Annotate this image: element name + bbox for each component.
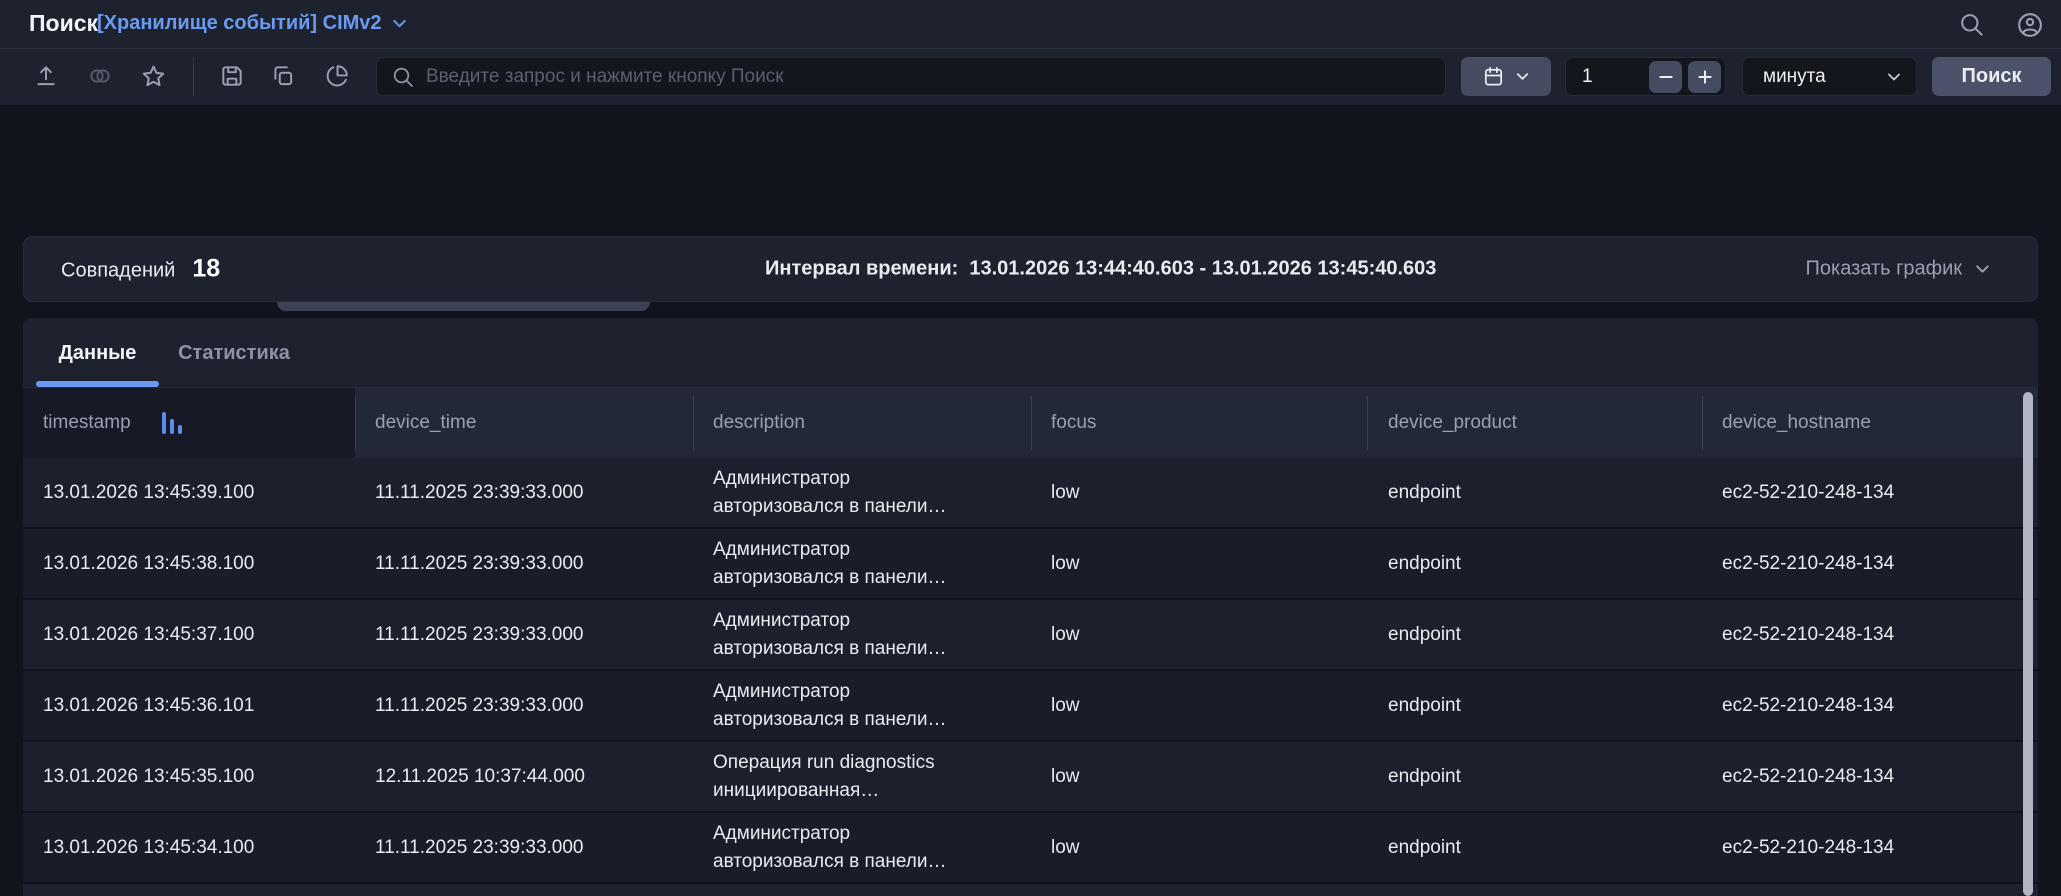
time-interval: Интервал времени: 13.01.2026 13:44:40.60… — [765, 258, 1436, 281]
column-header-focus[interactable]: focus — [1051, 412, 1096, 434]
interval-value[interactable]: 1 — [1582, 66, 1593, 88]
cell-device-hostname: ec2-52-210-248-134 — [1722, 836, 1895, 858]
matches-counter: Совпадений 18 — [61, 255, 220, 284]
cell-focus: low — [1051, 836, 1080, 858]
show-chart-label: Показать график — [1805, 257, 1963, 280]
time-interval-label: Интервал времени: — [765, 257, 959, 280]
cell-focus: low — [1051, 623, 1080, 645]
active-tab-underline — [36, 381, 159, 387]
interval-unit-select[interactable]: минута — [1742, 57, 1917, 96]
calendar-icon — [1482, 65, 1505, 88]
cell-timestamp: 13.01.2026 13:45:37.100 — [43, 623, 255, 645]
search-submit-button[interactable]: Поиск — [1932, 57, 2051, 96]
column-header-description[interactable]: description — [713, 412, 805, 434]
query-search-icon — [391, 65, 415, 89]
cell-description: Администратор авторизовался в панели… — [713, 539, 947, 588]
cell-timestamp: 13.01.2026 13:45:36.101 — [43, 694, 255, 716]
cell-device-product: endpoint — [1388, 481, 1461, 503]
link-circles-icon[interactable] — [87, 63, 113, 89]
user-avatar-icon[interactable] — [2016, 11, 2044, 39]
interval-decrease-button[interactable] — [1649, 61, 1682, 93]
sort-icon[interactable] — [162, 412, 182, 434]
cell-timestamp: 13.01.2026 13:45:34.100 — [43, 836, 255, 858]
calendar-button[interactable] — [1461, 57, 1551, 96]
favorite-star-icon[interactable] — [140, 63, 167, 90]
column-header-timestamp[interactable]: timestamp — [43, 412, 131, 434]
cell-device-hostname: ec2-52-210-248-134 — [1722, 765, 1895, 787]
chevron-down-icon — [1974, 261, 1991, 278]
tab-statistics[interactable]: Статистика — [173, 318, 295, 388]
column-header-device-hostname[interactable]: device_hostname — [1722, 412, 1871, 434]
interval-stepper[interactable]: 1 — [1565, 57, 1726, 96]
cell-device-time: 11.11.2025 23:39:33.000 — [375, 481, 584, 503]
cell-description: Администратор авторизовался в панели… — [713, 610, 947, 659]
table-body: 13.01.2026 13:45:39.100 11.11.2025 23:39… — [23, 458, 2038, 896]
cell-device-time: 11.11.2025 23:39:33.000 — [375, 552, 584, 574]
interval-unit-value: минута — [1763, 65, 1826, 87]
cell-description: Администратор авторизовался в панели… — [713, 468, 947, 517]
cell-description: Администратор авторизовался в панели… — [713, 681, 947, 730]
cell-device-hostname: ec2-52-210-248-134 — [1722, 552, 1895, 574]
table-row[interactable]: 13.01.2026 13:45:37.100 11.11.2025 23:39… — [23, 600, 2038, 671]
cell-device-hostname: ec2-52-210-248-134 — [1722, 623, 1895, 645]
cell-device-product: endpoint — [1388, 694, 1461, 716]
show-chart-toggle[interactable]: Показать график — [1806, 258, 1992, 281]
cell-focus: low — [1051, 481, 1080, 503]
table-row[interactable]: 13.01.2026 13:45:36.101 11.11.2025 23:39… — [23, 671, 2038, 742]
topbar-divider — [0, 48, 2061, 49]
cell-device-time: 12.11.2025 10:37:44.000 — [375, 765, 585, 787]
pie-chart-icon[interactable] — [324, 63, 350, 89]
cell-focus: low — [1051, 694, 1080, 716]
interval-increase-button[interactable] — [1688, 61, 1721, 93]
tab-data[interactable]: Данные — [36, 318, 159, 388]
table-row[interactable]: 13.01.2026 13:45:35.100 12.11.2025 10:37… — [23, 742, 2038, 813]
storage-selector[interactable]: [Хранилище событий] CIMv2 — [97, 12, 408, 35]
cell-device-product: endpoint — [1388, 552, 1461, 574]
column-header-device-time[interactable]: device_time — [375, 412, 476, 434]
cell-focus: low — [1051, 552, 1080, 574]
cell-device-product: endpoint — [1388, 623, 1461, 645]
cell-device-product: endpoint — [1388, 836, 1461, 858]
chevron-down-icon — [1515, 69, 1530, 84]
cell-description: Администратор авторизовался в панели… — [713, 823, 947, 872]
cell-device-hostname: ec2-52-210-248-134 — [1722, 481, 1895, 503]
cell-timestamp: 13.01.2026 13:45:35.100 — [43, 765, 255, 787]
time-interval-value: 13.01.2026 13:44:40.603 - 13.01.2026 13:… — [969, 257, 1437, 280]
table-row[interactable]: 13.01.2026 13:45:38.100 11.11.2025 23:39… — [23, 529, 2038, 600]
page-title: Поиск — [29, 10, 99, 36]
filter-bar: Сбросить все normalization_rule_id = RV-… — [0, 105, 2061, 311]
export-icon[interactable] — [33, 63, 59, 89]
cell-focus: low — [1051, 765, 1080, 787]
matches-count: 18 — [192, 254, 221, 283]
chevron-down-icon — [391, 15, 408, 32]
cell-description: Операция run diagnostics инициированная… — [713, 752, 935, 801]
top-bar: Поиск [Хранилище событий] CIMv2 Введите … — [0, 0, 2061, 105]
column-header-device-product[interactable]: device_product — [1388, 412, 1517, 434]
results-tabs: Данные Статистика — [23, 318, 2038, 388]
cell-device-time: 11.11.2025 23:39:33.000 — [375, 694, 584, 716]
cell-timestamp: 13.01.2026 13:45:38.100 — [43, 552, 255, 574]
storage-selector-label: [Хранилище событий] CIMv2 — [97, 12, 382, 34]
matches-label: Совпадений — [61, 259, 176, 282]
global-search-icon[interactable] — [1958, 11, 1985, 38]
cell-device-hostname: ec2-52-210-248-134 — [1722, 694, 1895, 716]
table-header: timestamp device_time description focus … — [23, 388, 2038, 458]
cell-device-product: endpoint — [1388, 765, 1461, 787]
query-placeholder: Введите запрос и нажмите кнопку Поиск — [426, 65, 784, 87]
copy-icon[interactable] — [270, 63, 296, 89]
cell-device-time: 11.11.2025 23:39:33.000 — [375, 623, 584, 645]
table-row[interactable]: 13.01.2026 13:45:34.100 11.11.2025 23:39… — [23, 813, 2038, 884]
chevron-down-icon — [1886, 69, 1902, 85]
save-icon[interactable] — [219, 63, 245, 89]
cell-device-time: 11.11.2025 23:39:33.000 — [375, 836, 584, 858]
vertical-scrollbar[interactable] — [2023, 392, 2033, 896]
toolbar-divider — [193, 57, 194, 96]
event-search-app: Поиск [Хранилище событий] CIMv2 Введите … — [0, 0, 2061, 896]
results-summary-bar: Совпадений 18 Интервал времени: 13.01.20… — [23, 236, 2038, 302]
query-input[interactable]: Введите запрос и нажмите кнопку Поиск — [376, 57, 1446, 96]
cell-timestamp: 13.01.2026 13:45:39.100 — [43, 481, 255, 503]
table-row[interactable]: 13.01.2026 13:45:39.100 11.11.2025 23:39… — [23, 458, 2038, 529]
results-panel: Данные Статистика timestamp device_time … — [23, 318, 2038, 896]
